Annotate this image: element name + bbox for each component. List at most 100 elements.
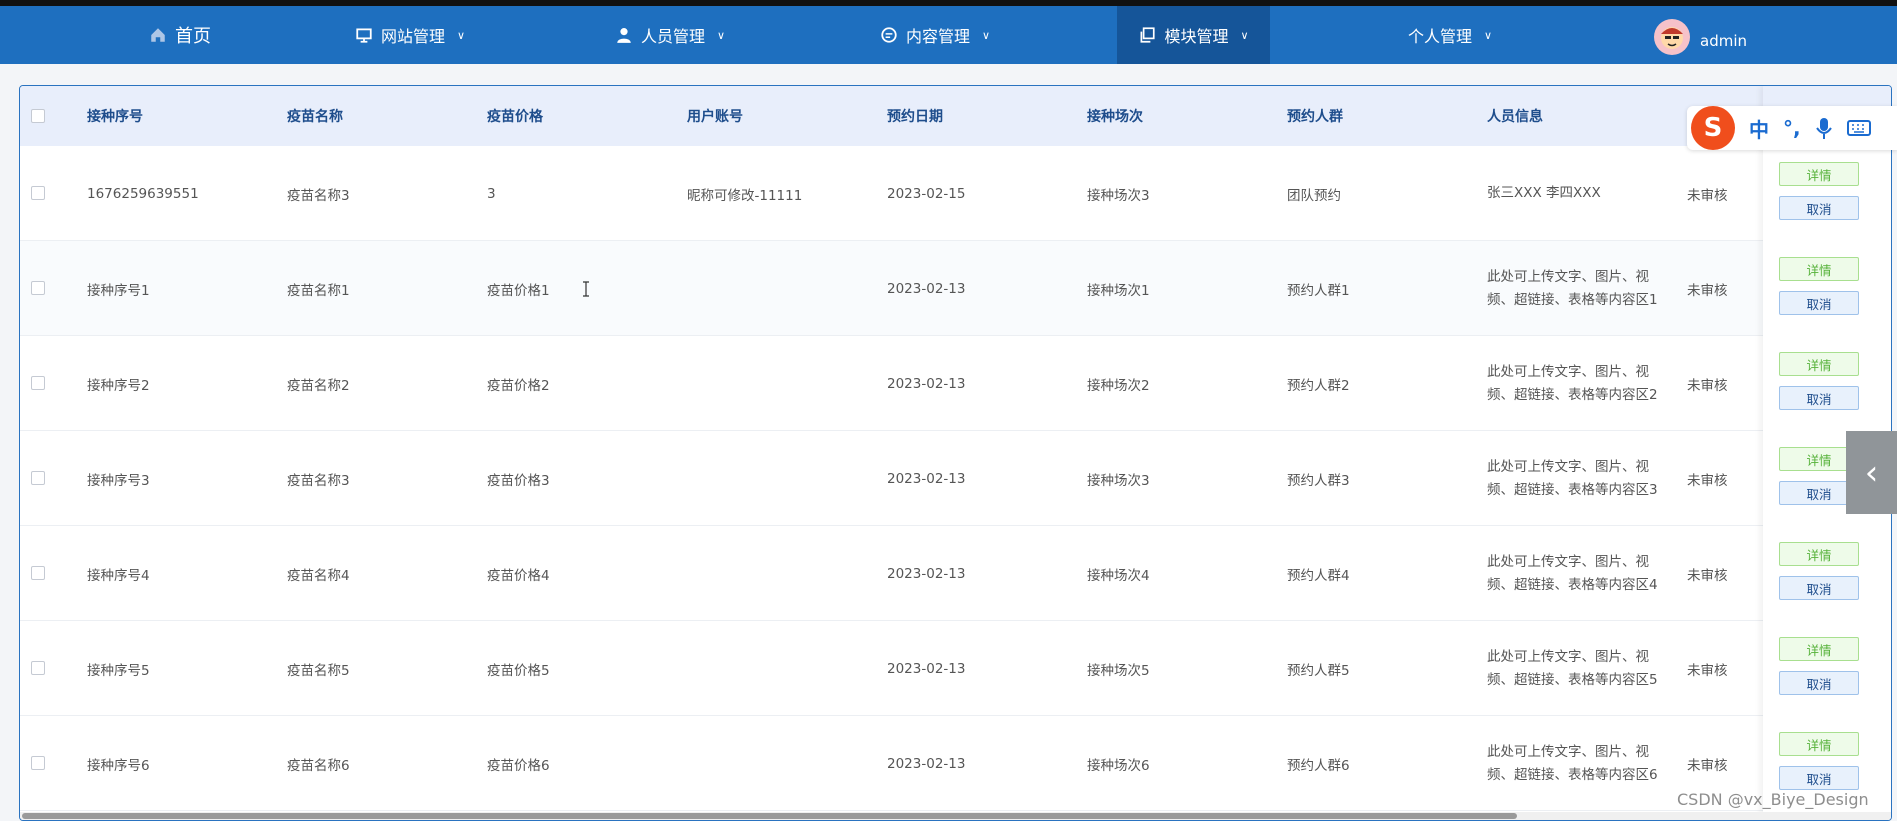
col-price[interactable]: 疫苗价格 <box>487 86 543 146</box>
cell-price: 3 <box>487 185 496 202</box>
cell-status: 未审核 <box>1687 567 1728 584</box>
cell-price: 疫苗价格3 <box>487 472 550 489</box>
nav-personal-management[interactable]: 个人管理 ∨ <box>1385 6 1515 64</box>
monitor-icon <box>356 28 372 43</box>
chevron-down-icon: ∨ <box>1240 28 1249 42</box>
table-row[interactable]: 接种序号4 疫苗名称4 疫苗价格4 2023-02-13 接种场次4 预约人群4… <box>20 526 1891 621</box>
col-account[interactable]: 用户账号 <box>687 86 743 146</box>
microphone-icon[interactable] <box>1815 116 1833 140</box>
table-row[interactable]: 接种序号3 疫苗名称3 疫苗价格3 2023-02-13 接种场次3 预约人群3… <box>20 431 1891 526</box>
user-name[interactable]: admin <box>1700 12 1747 70</box>
cancel-button[interactable]: 取消 <box>1779 671 1859 695</box>
cell-name: 疫苗名称3 <box>287 472 350 489</box>
nav-people-label: 人员管理 <box>640 27 705 46</box>
cell-seq: 接种序号1 <box>87 282 150 299</box>
nav-site-label: 网站管理 <box>380 27 445 46</box>
table-row[interactable]: 接种序号1 疫苗名称1 疫苗价格1 2023-02-13 接种场次1 预约人群1… <box>20 241 1891 336</box>
row-checkbox[interactable] <box>31 661 45 675</box>
row-checkbox[interactable] <box>31 281 45 295</box>
chevron-down-icon: ∨ <box>716 28 726 42</box>
user-icon <box>617 28 631 43</box>
avatar-face-icon <box>1661 27 1683 49</box>
cell-info: 此处可上传文字、图片、视频、超链接、表格等内容区5 <box>1487 648 1658 688</box>
cell-session: 接种场次4 <box>1087 567 1150 584</box>
detail-button[interactable]: 详情 <box>1779 542 1859 566</box>
detail-button[interactable]: 详情 <box>1779 732 1859 756</box>
col-group[interactable]: 预约人群 <box>1287 86 1343 146</box>
cell-status: 未审核 <box>1687 472 1728 489</box>
nav-site-management[interactable]: 网站管理 ∨ <box>335 6 485 64</box>
cell-name: 疫苗名称2 <box>287 377 350 394</box>
col-name[interactable]: 疫苗名称 <box>287 86 343 146</box>
chat-icon <box>881 27 897 43</box>
table-row[interactable]: 接种序号5 疫苗名称5 疫苗价格5 2023-02-13 接种场次5 预约人群5… <box>20 621 1891 716</box>
cell-info: 张三XXX 李四XXX <box>1487 185 1601 201</box>
chevron-down-icon: ∨ <box>1483 28 1493 42</box>
sogou-logo-icon: S <box>1691 106 1735 150</box>
cell-date: 2023-02-13 <box>887 660 966 677</box>
col-seq[interactable]: 接种序号 <box>87 86 143 146</box>
table-row[interactable]: 1676259639551 疫苗名称3 3 昵称可修改-11111 2023-0… <box>20 146 1891 241</box>
row-checkbox[interactable] <box>31 756 45 770</box>
cancel-button[interactable]: 取消 <box>1779 196 1859 220</box>
row-checkbox[interactable] <box>31 376 45 390</box>
detail-button[interactable]: 详情 <box>1779 352 1859 376</box>
detail-button[interactable]: 详情 <box>1779 162 1859 186</box>
row-checkbox[interactable] <box>31 566 45 580</box>
cell-group: 预约人群1 <box>1287 282 1350 299</box>
chevron-left-icon: ‹ <box>1864 452 1879 493</box>
cell-session: 接种场次5 <box>1087 662 1150 679</box>
ime-mode[interactable]: 中 <box>1749 114 1769 143</box>
cell-seq: 接种序号2 <box>87 377 150 394</box>
table-row[interactable]: 接种序号2 疫苗名称2 疫苗价格2 2023-02-13 接种场次2 预约人群2… <box>20 336 1891 431</box>
nav-content-management[interactable]: 内容管理 ∨ <box>860 6 1010 64</box>
cell-seq: 接种序号4 <box>87 567 150 584</box>
cell-status: 未审核 <box>1687 377 1728 394</box>
cell-date: 2023-02-13 <box>887 470 966 487</box>
scrollbar-thumb[interactable] <box>22 813 1517 819</box>
cell-status: 未审核 <box>1687 187 1728 204</box>
copy-icon <box>1140 27 1156 43</box>
ime-toolbar[interactable]: S 中 °, <box>1687 106 1897 150</box>
cell-info: 此处可上传文字、图片、视频、超链接、表格等内容区4 <box>1487 553 1658 593</box>
row-checkbox[interactable] <box>31 186 45 200</box>
chevron-down-icon: ∨ <box>981 28 991 42</box>
cancel-button[interactable]: 取消 <box>1779 766 1859 790</box>
cell-group: 预约人群2 <box>1287 377 1350 394</box>
nav-module-management[interactable]: 模块管理 ∨ <box>1117 6 1270 64</box>
cancel-button[interactable]: 取消 <box>1779 576 1859 600</box>
cell-info: 此处可上传文字、图片、视频、超链接、表格等内容区1 <box>1487 268 1658 308</box>
nav-people-management[interactable]: 人员管理 ∨ <box>595 6 745 64</box>
select-all-checkbox[interactable] <box>31 109 45 123</box>
side-collapse-tab[interactable]: ‹ <box>1846 431 1897 514</box>
cell-status: 未审核 <box>1687 662 1728 679</box>
col-info[interactable]: 人员信息 <box>1487 86 1543 146</box>
cell-price: 疫苗价格4 <box>487 567 550 584</box>
cell-group: 预约人群6 <box>1287 757 1350 774</box>
col-date[interactable]: 预约日期 <box>887 86 943 146</box>
horizontal-scrollbar[interactable] <box>20 812 1891 820</box>
cell-seq: 1676259639551 <box>87 185 199 202</box>
detail-button[interactable]: 详情 <box>1779 637 1859 661</box>
cancel-button[interactable]: 取消 <box>1779 386 1859 410</box>
cell-group: 团队预约 <box>1287 187 1341 204</box>
cell-status: 未审核 <box>1687 282 1728 299</box>
avatar[interactable] <box>1654 19 1690 55</box>
nav-home[interactable]: 首页 <box>120 6 240 64</box>
cell-name: 疫苗名称6 <box>287 757 350 774</box>
col-session[interactable]: 接种场次 <box>1087 86 1143 146</box>
detail-button[interactable]: 详情 <box>1779 257 1859 281</box>
cell-date: 2023-02-13 <box>887 565 966 582</box>
cell-account: 昵称可修改-11111 <box>687 187 803 204</box>
keyboard-icon[interactable] <box>1846 119 1871 137</box>
cell-name: 疫苗名称4 <box>287 567 350 584</box>
row-checkbox[interactable] <box>31 471 45 485</box>
table-row[interactable]: 接种序号6 疫苗名称6 疫苗价格6 2023-02-13 接种场次6 预约人群6… <box>20 716 1891 811</box>
cell-info: 此处可上传文字、图片、视频、超链接、表格等内容区6 <box>1487 743 1658 783</box>
cell-session: 接种场次1 <box>1087 282 1150 299</box>
cancel-button[interactable]: 取消 <box>1779 291 1859 315</box>
ime-punctuation[interactable]: °, <box>1783 116 1801 140</box>
cell-group: 预约人群5 <box>1287 662 1350 679</box>
cell-name: 疫苗名称1 <box>287 282 350 299</box>
cell-price: 疫苗价格2 <box>487 377 550 394</box>
